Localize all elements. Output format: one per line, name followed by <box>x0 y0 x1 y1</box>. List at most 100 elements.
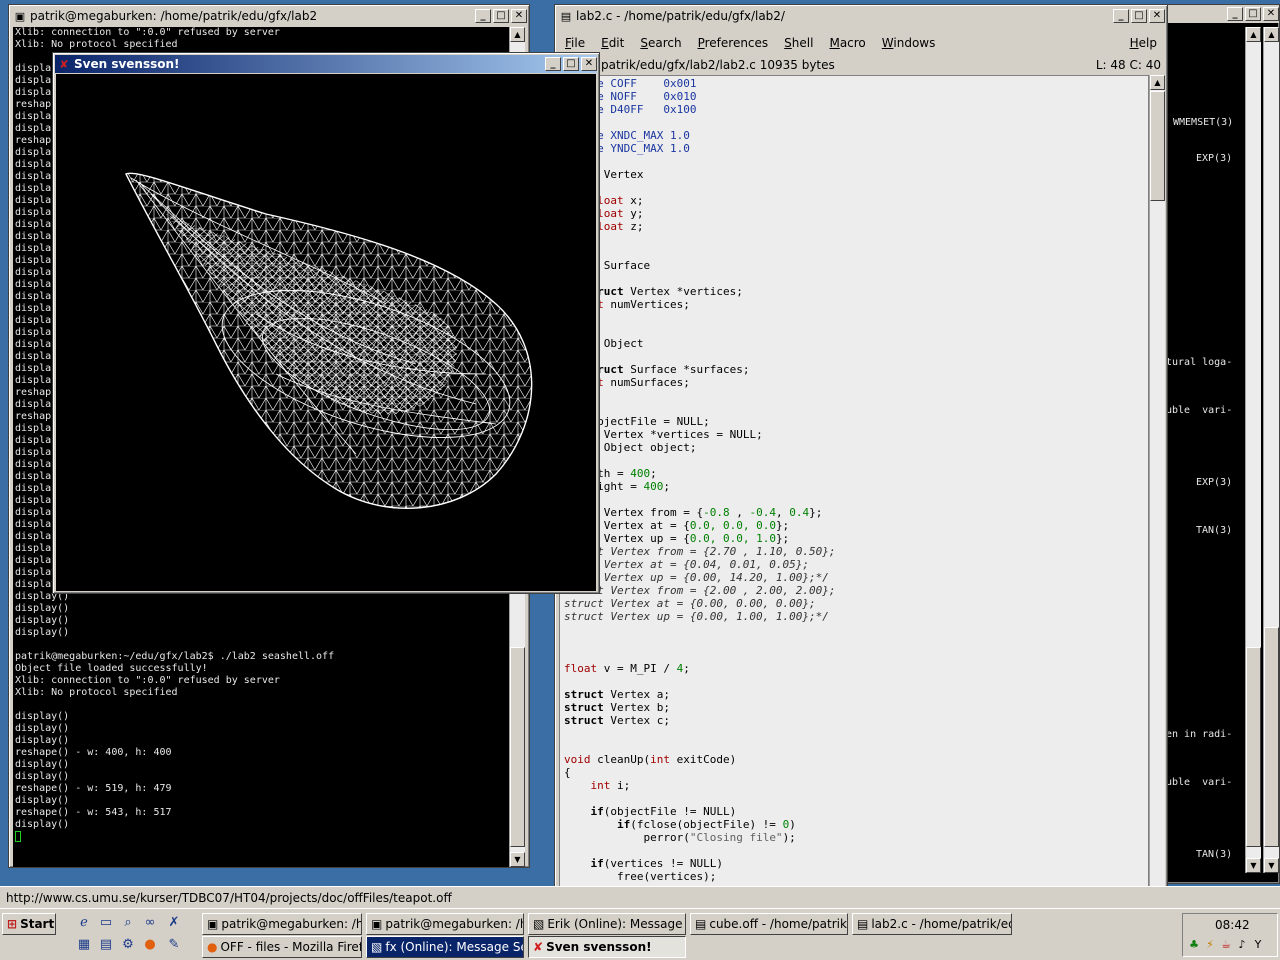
browser-status-url: http://www.cs.umu.se/kurser/TDBC07/HT04/… <box>0 886 1280 908</box>
notepad-icon[interactable]: ✎ <box>166 937 182 953</box>
task-sven-svensson[interactable]: ✘ Sven svensson! <box>528 936 686 958</box>
chat-icon: ▧ <box>371 940 383 954</box>
scroll-down-icon[interactable]: ▼ <box>1246 858 1261 873</box>
seashell-wireframe <box>125 172 533 509</box>
editor-titlebar[interactable]: ▤ lab2.c - /home/patrik/edu/gfx/lab2/ _ … <box>557 7 1165 25</box>
terminal-line: display() <box>15 759 70 770</box>
close-button[interactable]: ✕ <box>1263 7 1279 21</box>
code-line: int i; <box>590 779 631 792</box>
right-terminal-outer-scrollbar[interactable]: ▲ ▼ <box>1263 27 1279 873</box>
scroll-thumb[interactable] <box>1264 627 1279 847</box>
task-terminal-2[interactable]: ▣ patrik@megaburken: /ho... <box>366 913 524 935</box>
terminal-line: reshape() - w: 400, h: 400 <box>15 747 172 758</box>
code-line: struct Vertex up = {0.00, 1.00, 1.00};*/ <box>564 610 829 623</box>
clover-icon[interactable]: ♣ <box>1187 938 1201 952</box>
terminal-titlebar[interactable]: ▣ patrik@megaburken: /home/patrik/edu/gf… <box>11 7 527 25</box>
right-terminal-scrollbar[interactable]: ▲ ▼ <box>1245 27 1261 873</box>
man-label-6: TAN(3) <box>1196 525 1233 536</box>
terminal-icon: ▣ <box>14 9 26 23</box>
opengl-titlebar[interactable]: ✘ Sven svensson! _ □ ✕ <box>55 55 597 73</box>
network-icon[interactable]: ⚙ <box>120 937 136 953</box>
terminal-line: Xlib: connection to ":0.0" refused by se… <box>15 675 280 686</box>
gl-canvas[interactable] <box>56 74 596 591</box>
maximize-button[interactable]: □ <box>1245 7 1261 21</box>
lightning-icon[interactable]: ⚡ <box>1203 938 1217 952</box>
task-message-fx[interactable]: ▧ fx (Online): Message Ses... <box>366 936 524 958</box>
scroll-down-icon[interactable]: ▼ <box>1264 858 1279 873</box>
task-label: fx (Online): Message Ses... <box>385 940 523 954</box>
code-line: t Vertex at = {0.04, 0.01, 0.05}; <box>564 558 810 571</box>
terminal-line: Xlib: connection to ":0.0" refused by se… <box>15 27 280 38</box>
scroll-thumb[interactable] <box>510 647 525 847</box>
close-button[interactable]: ✕ <box>1149 9 1165 23</box>
close-button[interactable]: ✕ <box>511 9 527 23</box>
menu-preferences[interactable]: Preferences <box>690 36 777 50</box>
menu-macro[interactable]: Macro <box>821 36 873 50</box>
man-label-2: EXP(3) <box>1196 153 1233 164</box>
maximize-button[interactable]: □ <box>493 9 509 23</box>
minimize-button[interactable]: _ <box>1227 7 1243 21</box>
menu-file[interactable]: File <box>557 36 593 50</box>
code-line: t Vertex up = {0.00, 14.20, 1.00};*/ <box>564 571 829 584</box>
terminal-line: display() <box>15 795 70 806</box>
terminal-icon: ▣ <box>371 917 383 931</box>
code-line: struct Vertex c; <box>564 714 670 727</box>
task-lab2c[interactable]: ▤ lab2.c - /home/patrik/edu... <box>852 913 1012 935</box>
scroll-thumb[interactable] <box>1150 91 1165 201</box>
minimize-button[interactable]: _ <box>545 57 561 71</box>
volume-icon[interactable]: ♪ <box>1235 938 1249 952</box>
man-label-7: en in radi- <box>1166 729 1233 740</box>
clock[interactable]: 08:42 <box>1215 918 1250 932</box>
task-label: Sven svensson! <box>546 940 652 954</box>
opengl-title: Sven svensson! <box>74 57 180 71</box>
menu-help[interactable]: Help <box>1122 36 1165 50</box>
man-label-5: EXP(3) <box>1196 477 1233 488</box>
scroll-up-icon[interactable]: ▲ <box>510 27 525 42</box>
close-button[interactable]: ✕ <box>581 57 597 71</box>
task-terminal-1[interactable]: ▣ patrik@megaburken: /ho... <box>202 913 362 935</box>
menu-shell[interactable]: Shell <box>776 36 821 50</box>
menu-windows[interactable]: Windows <box>874 36 944 50</box>
maximize-button[interactable]: □ <box>563 57 579 71</box>
firefox-icon[interactable]: ● <box>142 937 158 953</box>
scroll-down-icon[interactable]: ▼ <box>510 852 525 867</box>
ie-icon[interactable]: ℯ <box>76 915 92 931</box>
scroll-thumb[interactable] <box>1246 647 1261 847</box>
code-line: struct Vertex a; <box>564 688 670 701</box>
code-line: void cleanUp(int exitCode) <box>564 753 737 766</box>
windows-logo-icon: ⊞ <box>7 917 18 931</box>
task-message-erik[interactable]: ▧ Erik (Online): Message Se... <box>528 913 686 935</box>
search-icon[interactable]: ⌕ <box>120 915 136 931</box>
java-icon[interactable]: ☕ <box>1219 938 1233 952</box>
antenna-icon[interactable]: Y <box>1251 938 1265 952</box>
code-editor[interactable]: ne COFF 0x001 ne NOFF 0x010 ne D40FF 0x1… <box>559 75 1149 901</box>
scroll-up-icon[interactable]: ▲ <box>1264 27 1279 42</box>
terminal-line: reshape() - w: 519, h: 479 <box>15 783 172 794</box>
terminal-line: display() <box>15 819 70 830</box>
firefox-icon: ● <box>207 940 218 954</box>
right-terminal-titlebar[interactable]: _ □ ✕ <box>1161 5 1279 23</box>
film-icon[interactable]: ▦ <box>76 937 92 953</box>
minimize-button[interactable]: _ <box>1113 9 1129 23</box>
task-firefox[interactable]: ● OFF - files - Mozilla Firefox <box>202 936 362 958</box>
editor-icon: ▤ <box>695 917 707 931</box>
man-label-1: WMEMSET(3) <box>1173 117 1234 128</box>
menu-search[interactable]: Search <box>632 36 689 50</box>
man-label-9: TAN(3) <box>1196 849 1233 860</box>
menu-edit[interactable]: Edit <box>593 36 632 50</box>
glasses-icon[interactable]: ∞ <box>142 915 158 931</box>
editor-scrollbar[interactable]: ▲ ▼ <box>1149 75 1165 901</box>
scroll-up-icon[interactable]: ▲ <box>1150 75 1165 90</box>
x-app-icon[interactable]: ✗ <box>166 915 182 931</box>
terminal-line: patrik@megaburken:~/edu/gfx/lab2$ ./lab2… <box>15 651 335 662</box>
desktop-icon[interactable]: ▭ <box>98 915 114 931</box>
task-cube-off[interactable]: ▤ cube.off - /home/patrik/e... <box>690 913 848 935</box>
start-button[interactable]: ⊞ Start <box>2 913 56 935</box>
editor-icon: ▤ <box>857 917 869 931</box>
calculator-icon[interactable]: ▤ <box>98 937 114 953</box>
maximize-button[interactable]: □ <box>1131 9 1147 23</box>
terminal-line: display() <box>15 615 70 626</box>
scroll-up-icon[interactable]: ▲ <box>1246 27 1261 42</box>
minimize-button[interactable]: _ <box>475 9 491 23</box>
